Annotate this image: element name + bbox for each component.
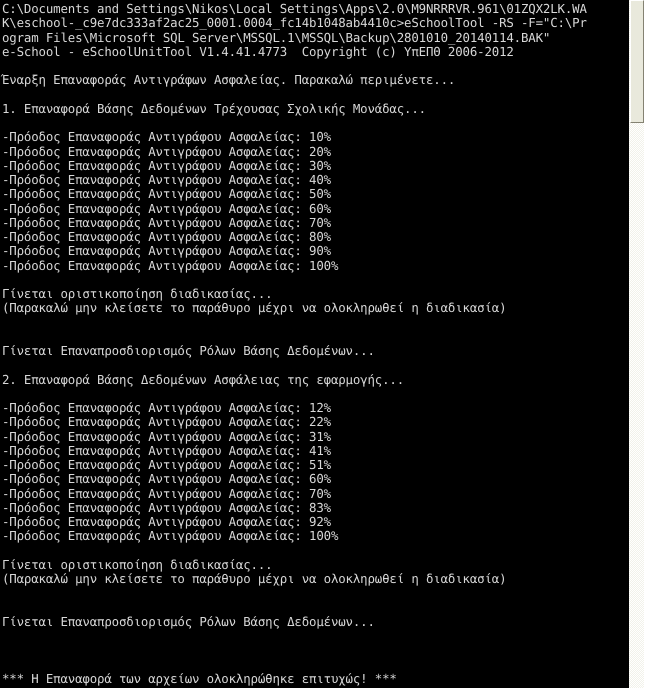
console-line: Έναρξη Επαναφοράς Αντιγράφων Ασφαλείας. … — [2, 72, 456, 88]
console-line: Γίνεται Επαναπροσδιορισμός Ρόλων Βάσης Δ… — [2, 343, 375, 358]
console-line: -Πρόοδος Επαναφοράς Αντιγράφου Ασφαλείας… — [2, 229, 331, 244]
vertical-scrollbar[interactable] — [629, 0, 646, 688]
console-line: (Παρακαλώ μην κλείσετε το παράθυρο μέχρι… — [2, 571, 507, 586]
console-line: 2. Επαναφορά Βάσης Δεδομένων Ασφάλειας τ… — [2, 371, 405, 387]
console-line: -Πρόοδος Επαναφοράς Αντιγράφου Ασφαλείας… — [2, 471, 331, 487]
console-line: -Πρόοδος Επαναφοράς Αντιγράφου Ασφαλείας… — [2, 243, 331, 259]
console-line: -Πρόοδος Επαναφοράς Αντιγράφου Ασφαλείας… — [2, 186, 331, 202]
console-line: -Πρόοδος Επαναφοράς Αντιγράφου Ασφαλείας… — [2, 514, 331, 529]
console-line: -Πρόοδος Επαναφοράς Αντιγράφου Ασφαλείας… — [2, 442, 331, 458]
console-line: -Πρόοδος Επαναφοράς Αντιγράφου Ασφαλείας… — [2, 157, 331, 173]
console-line: -Πρόοδος Επαναφοράς Αντιγράφου Ασφαλείας… — [2, 200, 331, 216]
console-line: -Πρόοδος Επαναφοράς Αντιγράφου Ασφαλείας… — [2, 457, 331, 472]
console-line: -Πρόοδος Επαναφοράς Αντιγράφου Ασφαλείας… — [2, 143, 331, 159]
console-line: -Πρόοδος Επαναφοράς Αντιγράφου Ασφαλείας… — [2, 172, 331, 187]
console-line: -Πρόοδος Επαναφοράς Αντιγράφου Ασφαλείας… — [2, 400, 331, 415]
console-line: -Πρόοδος Επαναφοράς Αντιγράφου Ασφαλείας… — [2, 414, 331, 430]
console-line: (Παρακαλώ μην κλείσετε το παράθυρο μέχρι… — [2, 300, 507, 316]
console-line: Γίνεται οριστικοποίηση διαδικασίας... — [2, 286, 273, 301]
console-line: *** Η Επαναφορά των αρχείων ολοκληρώθηκε… — [2, 670, 397, 686]
console-line: Γίνεται Επαναπροσδιορισμός Ρόλων Βάσης Δ… — [2, 613, 375, 629]
console-line: K\eschool-_c9e7dc333af2ac25_0001.0004_fc… — [2, 15, 587, 31]
console-line: -Πρόοδος Επαναφοράς Αντιγράφου Ασφαλείας… — [2, 257, 339, 273]
console-line: e-School - eSchoolUnitTool V1.4.41.4773 … — [2, 43, 514, 59]
console-line: -Πρόοδος Επαναφοράς Αντιγράφου Ασφαλείας… — [2, 528, 339, 544]
console-line: C:\Documents and Settings\Nikos\Local Se… — [2, 1, 587, 16]
console-line: -Πρόοδος Επαναφοράς Αντιγράφου Ασφαλείας… — [2, 129, 331, 145]
console-window[interactable]: C:\Documents and Settings\Nikos\Local Se… — [0, 0, 646, 688]
scrollbar-thumb[interactable] — [630, 0, 644, 123]
console-output-area[interactable]: C:\Documents and Settings\Nikos\Local Se… — [0, 0, 629, 688]
console-line: ogram Files\Microsoft SQL Server\MSSQL.1… — [2, 29, 551, 45]
console-line: -Πρόοδος Επαναφοράς Αντιγράφου Ασφαλείας… — [2, 485, 331, 501]
console-line: -Πρόοδος Επαναφοράς Αντιγράφου Ασφαλείας… — [2, 499, 331, 515]
console-line: 1. Επαναφορά Βάσης Δεδομένων Τρέχουσας Σ… — [2, 100, 426, 116]
console-line: -Πρόοδος Επαναφοράς Αντιγράφου Ασφαλείας… — [2, 214, 331, 230]
console-line: -Πρόοδος Επαναφοράς Αντιγράφου Ασφαλείας… — [2, 428, 331, 444]
console-line: Γίνεται οριστικοποίηση διαδικασίας... — [2, 556, 273, 572]
